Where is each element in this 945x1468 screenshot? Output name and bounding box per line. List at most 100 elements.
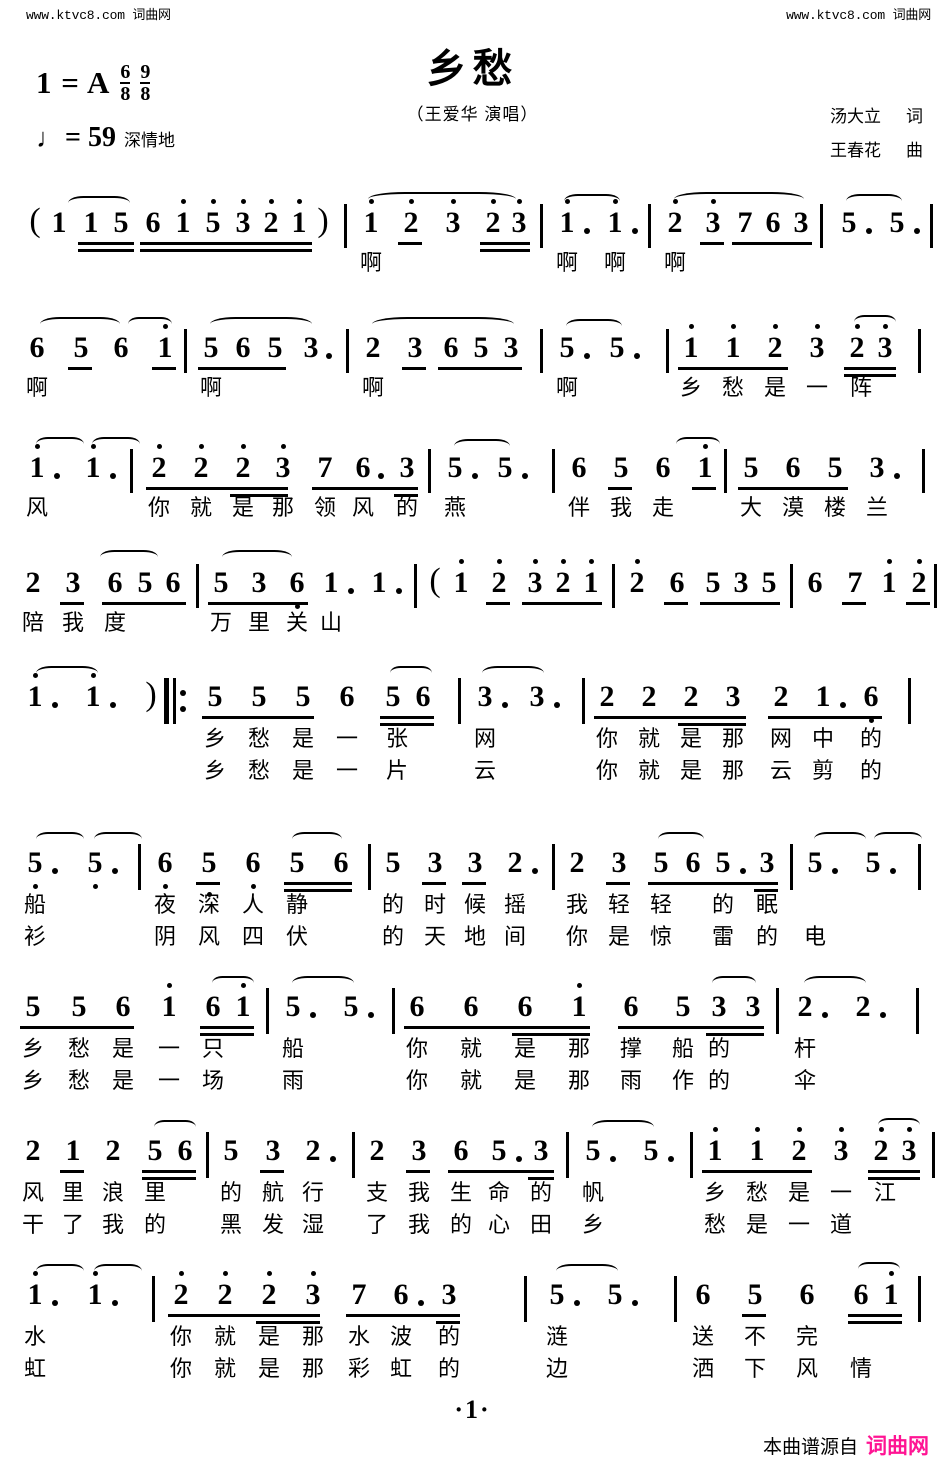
note: 2: [232, 444, 254, 483]
note: 3: [793, 206, 809, 239]
note: 6: [623, 990, 639, 1023]
note: 1: [694, 444, 716, 483]
lyric: 湿: [301, 1212, 324, 1237]
note: 2: [25, 1134, 41, 1167]
page-number: ·1·: [454, 1395, 491, 1424]
slur: [40, 317, 120, 331]
note: 3: [303, 331, 319, 364]
beam: [678, 723, 746, 726]
barline: [776, 988, 779, 1034]
lyric: 的: [711, 892, 734, 917]
lyric: 网: [473, 726, 496, 751]
note: 2: [260, 199, 282, 238]
lyric: 片: [385, 758, 408, 783]
augmentation-dot: [472, 473, 478, 479]
beam: [480, 242, 530, 245]
note: 5: [609, 331, 625, 364]
note: 6: [29, 331, 45, 364]
staff-line-3: 1 风 1 2 你 2 就 2 是 3 那 7 领 6 风 3 的 5 燕 5 …: [0, 437, 945, 555]
note: 1: [880, 1271, 902, 1310]
note: 3: [806, 324, 828, 363]
note: 5: [113, 206, 129, 239]
note: 5: [84, 848, 106, 889]
augmentation-dot: [574, 1300, 580, 1306]
lyric: 风: [351, 495, 374, 520]
lyric: 命: [487, 1180, 510, 1205]
augmentation-dot: [584, 228, 590, 234]
note: 1: [288, 199, 310, 238]
note: 3: [869, 451, 885, 484]
lyric: 是: [787, 1180, 810, 1205]
slur: [36, 437, 84, 451]
note: 2: [214, 1271, 236, 1310]
beam: [848, 1321, 902, 1324]
lyric: 漠: [781, 495, 804, 520]
slur: [556, 1264, 618, 1278]
note: 5: [24, 848, 46, 889]
note: 1: [82, 673, 104, 712]
staff-line-6: 5 船 衫 5 6 夜 阴 5 深 风 6 人 四 5 静 伏 6 5 的 的 …: [0, 832, 945, 978]
augmentation-dot: [516, 1156, 522, 1162]
barline: [674, 1276, 677, 1322]
barline: [790, 564, 793, 608]
lyric: 啊: [663, 250, 686, 275]
beam: [168, 1314, 320, 1317]
beam: [142, 1177, 196, 1180]
meter-1-numerator: 6: [120, 61, 131, 83]
lyric: 波: [389, 1324, 412, 1349]
slur: [292, 976, 354, 990]
beam: [406, 1170, 430, 1173]
source-brand: 词曲网: [866, 1435, 929, 1458]
lyric: 愁: [67, 1068, 90, 1093]
beam: [700, 242, 724, 245]
augmentation-dot: [110, 702, 116, 708]
beam: [140, 242, 312, 245]
note: 5: [202, 199, 224, 238]
note: 6: [154, 848, 176, 889]
note: 6: [339, 680, 355, 713]
note: 2: [870, 1127, 892, 1166]
beam: [346, 1314, 460, 1317]
barline: [524, 1276, 527, 1322]
tempo-value: = 59: [65, 122, 116, 153]
beam: [594, 716, 746, 719]
barline: [540, 329, 543, 373]
source-prefix: 本曲谱源自: [762, 1437, 858, 1458]
note: 6: [463, 990, 479, 1023]
beam: [196, 882, 220, 885]
barline: [932, 1132, 935, 1178]
lyric: 啊: [603, 250, 626, 275]
slur: [804, 976, 866, 990]
lyric: 愁: [67, 1036, 90, 1061]
lyric: 风: [795, 1356, 818, 1381]
lyric: 乡: [21, 1036, 44, 1061]
note: 3: [702, 199, 724, 238]
key-tempo-block: 1 = A 6 8 9 8 ♩ = 59 深情地: [36, 62, 175, 154]
note: 3: [529, 680, 545, 713]
lyric: 田: [529, 1212, 552, 1237]
note: 1: [580, 559, 602, 598]
lyric: 那: [301, 1356, 324, 1381]
lyric: 黑: [219, 1212, 242, 1237]
watermark-right: www.ktvc8.com 词曲网: [786, 8, 931, 23]
note: 2: [305, 1134, 321, 1167]
note: 5: [559, 331, 575, 364]
note: 3: [759, 846, 775, 879]
beam: [732, 242, 812, 245]
barline: [918, 844, 921, 890]
note: 6: [807, 566, 823, 599]
note: 2: [552, 559, 574, 598]
note: 2: [683, 680, 699, 713]
beam: [692, 487, 716, 490]
beam: [208, 602, 308, 605]
note: 1: [604, 199, 626, 238]
beam: [486, 602, 510, 605]
beam: [842, 602, 866, 605]
beam: [78, 242, 134, 245]
note: 3: [411, 1134, 427, 1167]
beam: [462, 882, 486, 885]
augmentation-dot: [866, 228, 872, 234]
beam: [102, 602, 186, 605]
augmentation-dot: [52, 1300, 58, 1306]
note: 6: [355, 451, 371, 484]
